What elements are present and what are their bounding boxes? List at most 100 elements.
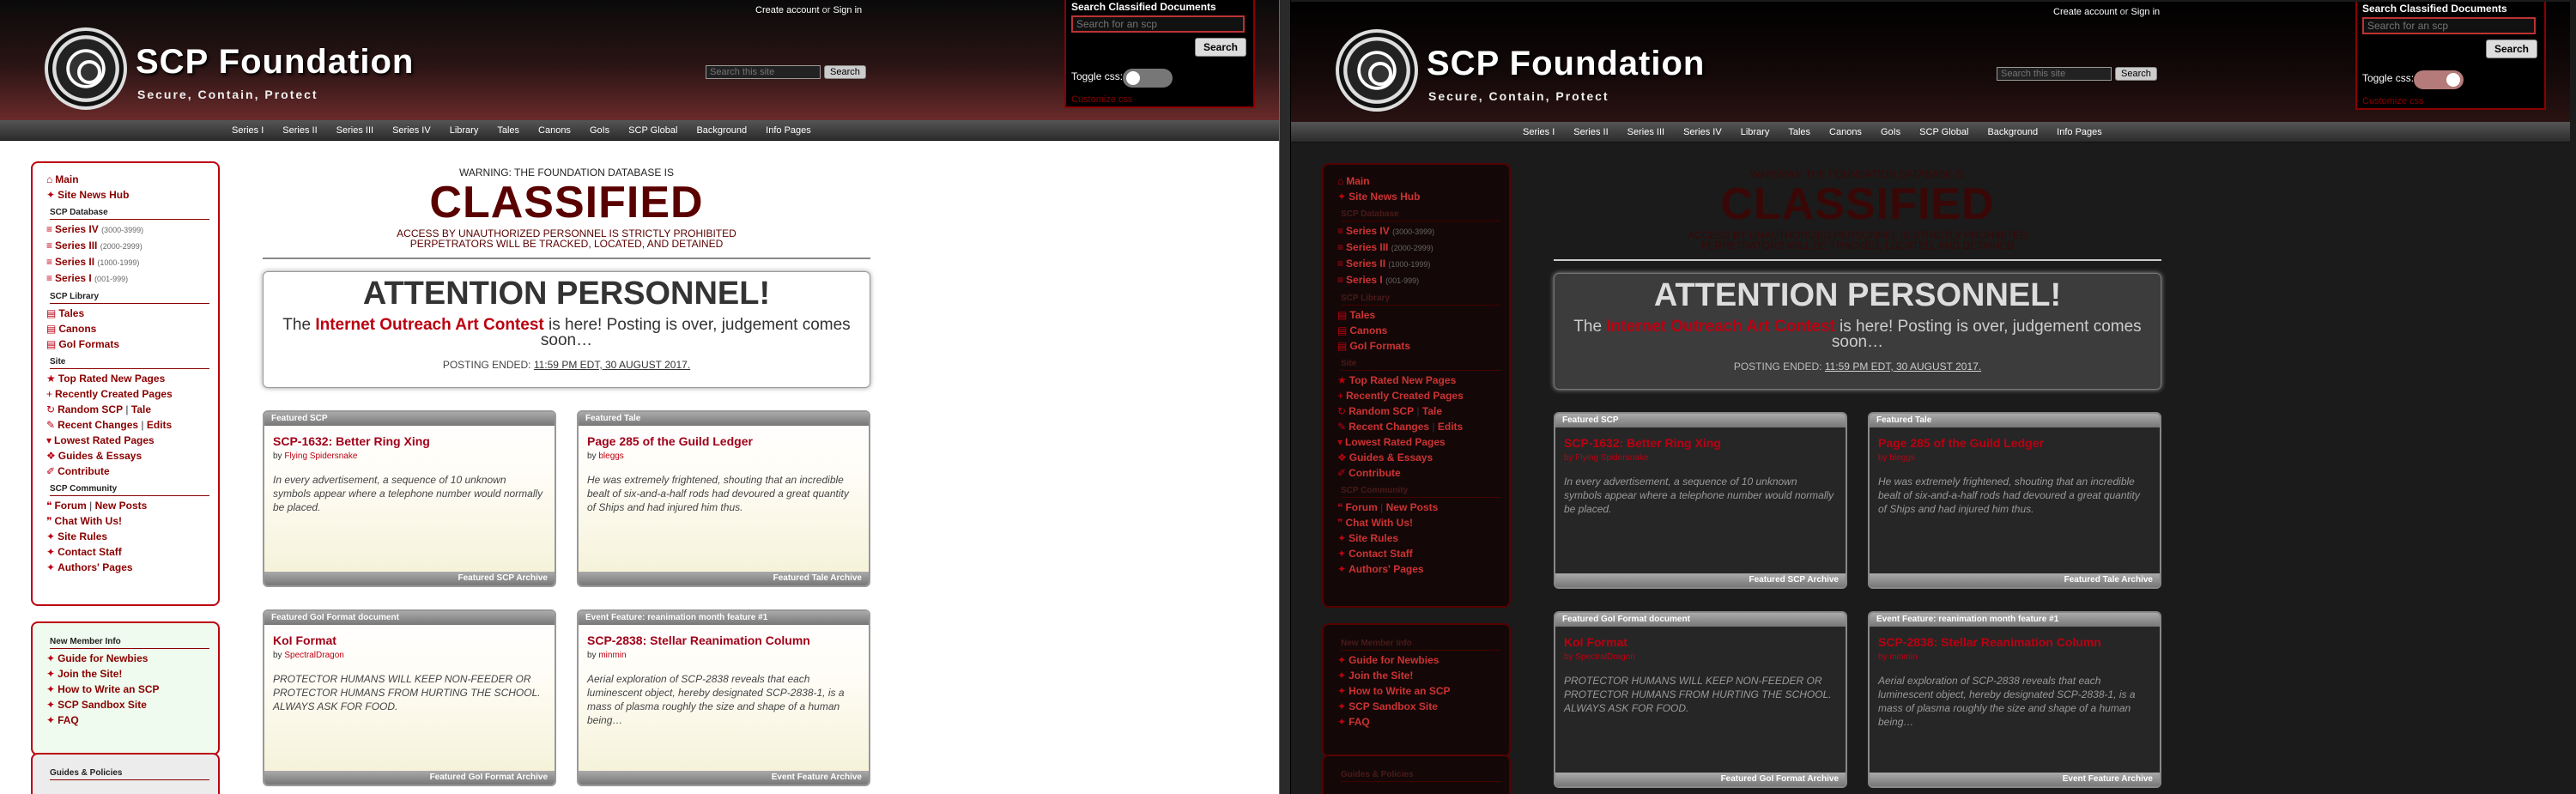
contest-link[interactable]: Internet Outreach Art Contest [1606, 318, 1834, 336]
toggle-css-switch[interactable] [2414, 70, 2464, 89]
classified-search-button[interactable]: Search [2486, 39, 2537, 58]
card-title-link[interactable]: SCP-2838: Stellar Reanimation Column [1878, 635, 2151, 649]
sidebar-item-authors[interactable]: ✦ Authors' Pages [41, 560, 209, 575]
sidebar-item-series-1[interactable]: ≡ Series I (001-999) [1332, 272, 1500, 288]
nav-background[interactable]: Background [1987, 127, 2038, 137]
sidebar-item-news[interactable]: ✦ Site News Hub [1332, 189, 1500, 204]
nav-series-4[interactable]: Series IV [1683, 127, 1722, 137]
sidebar-item-contribute[interactable]: ✐ Contribute [41, 464, 209, 479]
scp-logo-icon[interactable] [1336, 29, 1418, 112]
sidebar-item-forum[interactable]: ❝ Forum | New Posts [41, 498, 209, 513]
sidebar-item-top-rated[interactable]: ★ Top Rated New Pages [41, 371, 209, 386]
nav-series-4[interactable]: Series IV [392, 125, 431, 136]
card-archive-link[interactable]: Featured SCP Archive [264, 572, 555, 585]
nav-series-3[interactable]: Series III [1627, 127, 1664, 137]
sidebar-item-contact[interactable]: ✦ Contact Staff [41, 544, 209, 560]
sidebar-item-faq[interactable]: ✦ FAQ [1332, 714, 1500, 730]
sidebar-item-chat[interactable]: ❞ Chat With Us! [1332, 515, 1500, 530]
sidebar-item-series-4[interactable]: ≡ Series IV (3000-3999) [41, 221, 209, 238]
card-title-link[interactable]: SCP-1632: Better Ring Xing [273, 434, 546, 448]
sidebar-item-join[interactable]: ✦ Join the Site! [1332, 668, 1500, 683]
sidebar-item-join[interactable]: ✦ Join the Site! [41, 666, 209, 682]
nav-series-2[interactable]: Series II [1573, 127, 1608, 137]
sidebar-item-random[interactable]: ↻ Random SCP | Tale [1332, 403, 1500, 419]
sidebar-item-write-scp[interactable]: ✦ How to Write an SCP [1332, 683, 1500, 699]
sidebar-item-chat[interactable]: ❞ Chat With Us! [41, 513, 209, 529]
nav-scp-global[interactable]: SCP Global [1919, 127, 1968, 137]
nav-library[interactable]: Library [1741, 127, 1770, 137]
card-archive-link[interactable]: Featured Tale Archive [579, 572, 869, 585]
sidebar-item-authors[interactable]: ✦ Authors' Pages [1332, 561, 1500, 577]
sidebar-item-recently-created[interactable]: + Recently Created Pages [1332, 388, 1500, 403]
sidebar-item-newbies[interactable]: ✦ Guide for Newbies [41, 651, 209, 666]
card-title-link[interactable]: SCP-1632: Better Ring Xing [1564, 436, 1837, 450]
sidebar-item-series-4[interactable]: ≡ Series IV (3000-3999) [1332, 223, 1500, 239]
contest-link[interactable]: Internet Outreach Art Contest [315, 316, 543, 334]
nav-series-2[interactable]: Series II [282, 125, 317, 136]
sidebar-item-guides[interactable]: ❖ Guides & Essays [1332, 450, 1500, 465]
sign-in-link[interactable]: Sign in [2131, 7, 2161, 17]
card-author-link[interactable]: Flying Spidersnake [284, 452, 357, 461]
classified-search-input[interactable] [1071, 15, 1245, 33]
sidebar-item-lowest-rated[interactable]: ▾ Lowest Rated Pages [1332, 434, 1500, 450]
sidebar-item-guides[interactable]: ❖ Guides & Essays [41, 448, 209, 464]
nav-series-3[interactable]: Series III [336, 125, 373, 136]
sidebar-item-series-3[interactable]: ≡ Series III (2000-2999) [41, 238, 209, 254]
sidebar-item-recent-changes[interactable]: ✎ Recent Changes | Edits [1332, 419, 1500, 434]
nav-series-1[interactable]: Series I [232, 125, 264, 136]
card-author-link[interactable]: bleggs [598, 452, 623, 461]
sidebar-item-contribute[interactable]: ✐ Contribute [1332, 465, 1500, 481]
nav-series-1[interactable]: Series I [1523, 127, 1555, 137]
nav-tales[interactable]: Tales [1788, 127, 1810, 137]
sidebar-item-news[interactable]: ✦ Site News Hub [41, 187, 209, 203]
create-account-link[interactable]: Create account [755, 5, 820, 15]
sidebar-item-rules[interactable]: ✦ Site Rules [41, 529, 209, 544]
sidebar-item-main[interactable]: ⌂ Main [41, 172, 209, 187]
sidebar-item-random[interactable]: ↻ Random SCP | Tale [41, 402, 209, 417]
card-title-link[interactable]: SCP-2838: Stellar Reanimation Column [587, 633, 860, 647]
sidebar-item-series-2[interactable]: ≡ Series II (1000-1999) [1332, 256, 1500, 272]
card-archive-link[interactable]: Featured Tale Archive [1870, 573, 2160, 587]
sidebar-item-main[interactable]: ⌂ Main [1332, 173, 1500, 189]
sidebar-item-top-rated[interactable]: ★ Top Rated New Pages [1332, 373, 1500, 388]
sidebar-item-goi-formats[interactable]: ▤ GoI Formats [41, 336, 209, 352]
customize-css-link[interactable]: Customize css [2362, 96, 2424, 106]
sidebar-item-newbies[interactable]: ✦ Guide for Newbies [1332, 652, 1500, 668]
sidebar-item-forum[interactable]: ❝ Forum | New Posts [1332, 500, 1500, 515]
scp-logo-icon[interactable] [45, 27, 127, 110]
sidebar-item-write-scp[interactable]: ✦ How to Write an SCP [41, 682, 209, 697]
nav-canons[interactable]: Canons [1829, 127, 1862, 137]
sidebar-item-sandbox[interactable]: ✦ SCP Sandbox Site [1332, 699, 1500, 714]
sidebar-item-series-3[interactable]: ≡ Series III (2000-2999) [1332, 239, 1500, 256]
card-author-link[interactable]: minmin [1889, 652, 1917, 662]
sidebar-item-goi-formats[interactable]: ▤ GoI Formats [1332, 338, 1500, 354]
card-archive-link[interactable]: Event Feature Archive [1870, 773, 2160, 786]
card-title-link[interactable]: KoI Format [273, 633, 546, 647]
sidebar-item-lowest-rated[interactable]: ▾ Lowest Rated Pages [41, 433, 209, 448]
site-title[interactable]: SCP Foundation [136, 43, 414, 82]
classified-search-input[interactable] [2362, 17, 2536, 34]
nav-background[interactable]: Background [696, 125, 747, 136]
site-title[interactable]: SCP Foundation [1427, 45, 1705, 83]
card-archive-link[interactable]: Featured SCP Archive [1555, 573, 1846, 587]
nav-gois[interactable]: GoIs [590, 125, 609, 136]
nav-library[interactable]: Library [450, 125, 479, 136]
card-title-link[interactable]: KoI Format [1564, 635, 1837, 649]
card-author-link[interactable]: SpectralDragon [1575, 652, 1634, 662]
toggle-css-switch[interactable] [1123, 69, 1173, 88]
sidebar-item-contact[interactable]: ✦ Contact Staff [1332, 546, 1500, 561]
sidebar-item-sandbox[interactable]: ✦ SCP Sandbox Site [41, 697, 209, 712]
card-archive-link[interactable]: Featured GoI Format Archive [264, 771, 555, 785]
nav-gois[interactable]: GoIs [1881, 127, 1900, 137]
sidebar-item-tales[interactable]: ▤ Tales [41, 306, 209, 321]
sidebar-item-series-1[interactable]: ≡ Series I (001-999) [41, 270, 209, 287]
create-account-link[interactable]: Create account [2053, 7, 2118, 17]
card-author-link[interactable]: bleggs [1889, 453, 1914, 463]
sidebar-item-recently-created[interactable]: + Recently Created Pages [41, 386, 209, 402]
card-author-link[interactable]: SpectralDragon [284, 651, 343, 660]
sidebar-item-tales[interactable]: ▤ Tales [1332, 307, 1500, 323]
sidebar-item-canons[interactable]: ▤ Canons [1332, 323, 1500, 338]
nav-tales[interactable]: Tales [497, 125, 519, 136]
nav-scp-global[interactable]: SCP Global [628, 125, 677, 136]
sidebar-item-series-2[interactable]: ≡ Series II (1000-1999) [41, 254, 209, 270]
